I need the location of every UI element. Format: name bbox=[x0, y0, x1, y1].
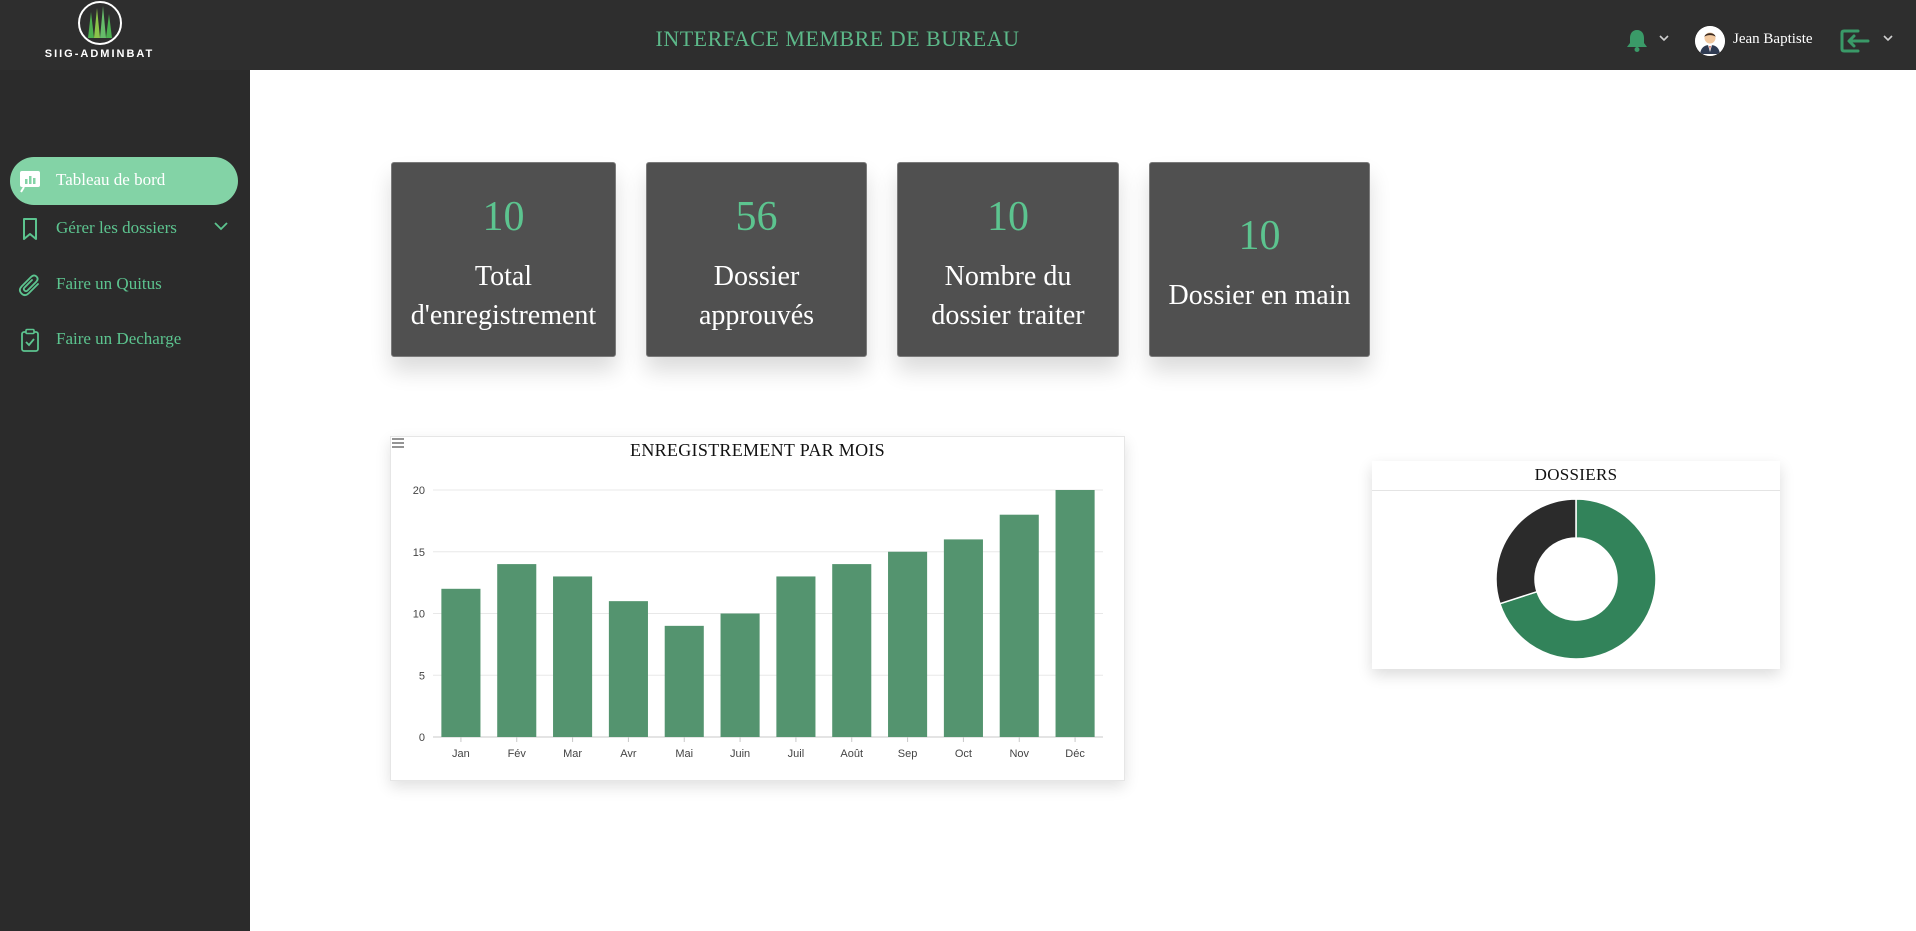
bar[interactable] bbox=[943, 539, 983, 737]
stat-label-line1: Total bbox=[474, 261, 533, 292]
y-tick-label: 0 bbox=[419, 732, 425, 744]
bar[interactable] bbox=[441, 588, 481, 737]
bar[interactable] bbox=[720, 613, 760, 738]
top-bar: SIIG-ADMINBAT INTERFACE MEMBRE DE BUREAU… bbox=[0, 0, 1916, 70]
bar-chart: 0 5 10 15 20 Jan Fév Mar Avr Mai Juin Juil Août Sep Oc… bbox=[413, 485, 1103, 760]
sidebar-item-label: Gérer les dossiers bbox=[56, 218, 177, 237]
sidebar-item-tableau-de-bord[interactable]: Tableau de bord bbox=[10, 157, 238, 205]
paperclip-icon bbox=[18, 274, 39, 297]
stat-label-line1: Nombre du bbox=[944, 261, 1072, 292]
chart-title: ENREGISTREMENT PAR MOIS bbox=[630, 440, 885, 460]
sidebar-item-faire-un-decharge[interactable]: Faire un Decharge bbox=[10, 316, 238, 364]
donut-chart-panel: DOSSIERS bbox=[1372, 461, 1780, 669]
user-name[interactable]: Jean Baptiste bbox=[1733, 31, 1813, 48]
chevron-down-icon[interactable] bbox=[213, 221, 229, 231]
x-tick-label: Nov bbox=[1009, 748, 1029, 760]
stat-value: 10 bbox=[1238, 213, 1281, 259]
bell-icon[interactable] bbox=[1624, 28, 1650, 52]
bar[interactable] bbox=[776, 576, 816, 737]
stat-card-dossier-en-main: 10 Dossier en main bbox=[1149, 162, 1370, 357]
stat-label-line2: d'enregistrement bbox=[410, 300, 597, 331]
donut-slice[interactable] bbox=[1495, 498, 1577, 605]
stat-value: 56 bbox=[735, 194, 778, 240]
bar[interactable] bbox=[553, 576, 593, 737]
x-tick-label: Jan bbox=[452, 748, 470, 760]
sidebar: Tableau de bord Gérer les dossiers Faire… bbox=[0, 70, 250, 931]
user-avatar-icon bbox=[1695, 26, 1725, 56]
chart-menu-icon[interactable] bbox=[391, 437, 405, 449]
logout-icon[interactable] bbox=[1838, 27, 1872, 55]
y-tick-label: 5 bbox=[419, 670, 425, 682]
y-tick-label: 20 bbox=[413, 485, 425, 497]
chevron-down-icon[interactable] bbox=[1658, 34, 1670, 42]
chart-title: DOSSIERS bbox=[1372, 461, 1780, 491]
bookmark-icon bbox=[23, 218, 37, 240]
stat-value: 10 bbox=[987, 194, 1029, 240]
donut-chart bbox=[1495, 498, 1657, 660]
x-tick-label: Oct bbox=[955, 748, 972, 760]
sidebar-item-label: Faire un Decharge bbox=[56, 329, 182, 348]
x-tick-label: Août bbox=[840, 748, 863, 760]
stat-label-line1: Dossier bbox=[713, 261, 800, 292]
sidebar-item-label: Tableau de bord bbox=[56, 170, 166, 189]
sidebar-item-faire-un-quitus[interactable]: Faire un Quitus bbox=[10, 261, 238, 309]
dashboard-icon bbox=[20, 171, 40, 193]
bar[interactable] bbox=[664, 625, 704, 737]
x-tick-label: Avr bbox=[620, 748, 637, 760]
stat-label-line2: dossier traiter bbox=[931, 300, 1085, 331]
page-title: INTERFACE MEMBRE DE BUREAU bbox=[655, 26, 1020, 51]
x-tick-label: Déc bbox=[1065, 748, 1085, 760]
stat-card-total-enregistrement: 10 Total d'enregistrement bbox=[391, 162, 616, 357]
bar[interactable] bbox=[999, 514, 1039, 737]
y-tick-label: 15 bbox=[413, 547, 425, 559]
sidebar-item-gerer-les-dossiers[interactable]: Gérer les dossiers bbox=[10, 205, 238, 253]
bar[interactable] bbox=[608, 601, 648, 737]
sidebar-item-label: Faire un Quitus bbox=[56, 274, 162, 293]
x-tick-label: Fév bbox=[508, 748, 527, 760]
chevron-down-icon[interactable] bbox=[1882, 34, 1894, 42]
stat-card-nombre-dossier-traiter: 10 Nombre du dossier traiter bbox=[897, 162, 1119, 357]
stat-value: 10 bbox=[482, 194, 525, 240]
x-tick-label: Mai bbox=[675, 748, 693, 760]
stat-label-line1: Dossier en main bbox=[1168, 280, 1351, 311]
bar[interactable] bbox=[832, 564, 872, 737]
bar[interactable] bbox=[888, 551, 928, 737]
bar[interactable] bbox=[497, 564, 537, 737]
bar[interactable] bbox=[1055, 490, 1095, 737]
stat-label-line2: approuvés bbox=[698, 300, 815, 331]
x-tick-label: Juin bbox=[730, 748, 750, 760]
x-tick-label: Sep bbox=[898, 748, 918, 760]
avatar[interactable] bbox=[1695, 26, 1725, 56]
x-tick-label: Juil bbox=[788, 748, 805, 760]
stat-card-dossier-approuves: 56 Dossier approuvés bbox=[646, 162, 867, 357]
clipboard-check-icon bbox=[21, 328, 39, 352]
x-tick-label: Mar bbox=[563, 748, 582, 760]
bar-chart-panel: 0 5 10 15 20 Jan Fév Mar Avr Mai Juin Juil Août Sep Oc… bbox=[390, 436, 1125, 781]
y-tick-label: 10 bbox=[413, 609, 425, 621]
